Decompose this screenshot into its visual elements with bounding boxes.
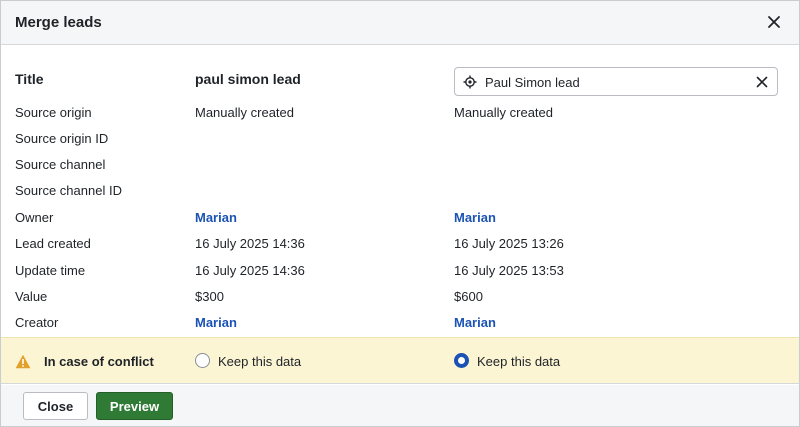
field-row-source-origin-id: Source origin ID bbox=[1, 131, 799, 157]
lead2-source-origin: Manually created bbox=[454, 105, 553, 120]
dialog-footer: Close Preview bbox=[1, 385, 799, 426]
field-label-source-origin-id: Source origin ID bbox=[15, 131, 109, 146]
field-row-source-channel: Source channel bbox=[1, 157, 799, 183]
field-row-update-time: Update time 16 July 2025 14:36 16 July 2… bbox=[1, 263, 799, 289]
close-button[interactable]: Close bbox=[23, 392, 88, 420]
title-input-value: Paul Simon lead bbox=[485, 75, 580, 90]
warning-icon bbox=[15, 354, 31, 369]
lead1-creator-link[interactable]: Marian bbox=[195, 315, 237, 330]
field-label-value: Value bbox=[15, 289, 48, 304]
title-input[interactable]: Paul Simon lead bbox=[454, 67, 778, 96]
lead1-owner-link[interactable]: Marian bbox=[195, 210, 237, 225]
close-icon[interactable] bbox=[765, 13, 783, 31]
lead2-update-time: 16 July 2025 13:53 bbox=[454, 263, 564, 278]
dialog-header: Merge leads bbox=[1, 1, 799, 45]
keep-lead2-label: Keep this data bbox=[477, 354, 561, 369]
field-row-source-origin: Source origin Manually created Manually … bbox=[1, 105, 799, 131]
field-label-lead-created: Lead created bbox=[15, 236, 91, 251]
field-label-source-channel-id: Source channel ID bbox=[15, 183, 122, 198]
field-row-lead-created: Lead created 16 July 2025 14:36 16 July … bbox=[1, 236, 799, 262]
lead1-value: $300 bbox=[195, 289, 224, 304]
field-row-source-channel-id: Source channel ID bbox=[1, 183, 799, 209]
field-label-owner: Owner bbox=[15, 210, 54, 225]
lead2-creator-link[interactable]: Marian bbox=[454, 315, 496, 330]
preview-button[interactable]: Preview bbox=[96, 392, 173, 420]
field-row-value: Value $300 $600 bbox=[1, 289, 799, 315]
clear-icon[interactable] bbox=[756, 76, 768, 88]
keep-lead1-label: Keep this data bbox=[218, 354, 302, 369]
field-label-title: Title bbox=[15, 71, 44, 87]
lead1-update-time: 16 July 2025 14:36 bbox=[195, 263, 305, 278]
lead2-value: $600 bbox=[454, 289, 483, 304]
dialog-title: Merge leads bbox=[15, 14, 102, 31]
target-icon bbox=[463, 75, 477, 89]
field-row-owner: Owner Marian Marian bbox=[1, 210, 799, 236]
conflict-label: In case of conflict bbox=[44, 354, 154, 369]
merge-leads-dialog: Merge leads Title paul simon lead Paul S… bbox=[0, 0, 800, 427]
keep-lead2-radio[interactable] bbox=[454, 353, 469, 368]
field-label-source-channel: Source channel bbox=[15, 157, 106, 172]
field-label-creator: Creator bbox=[15, 315, 59, 330]
lead1-title: paul simon lead bbox=[195, 71, 301, 87]
field-label-source-origin: Source origin bbox=[15, 105, 92, 120]
field-label-update-time: Update time bbox=[15, 263, 86, 278]
lead1-lead-created: 16 July 2025 14:36 bbox=[195, 236, 305, 251]
lead1-source-origin: Manually created bbox=[195, 105, 294, 120]
lead2-lead-created: 16 July 2025 13:26 bbox=[454, 236, 564, 251]
conflict-bar: In case of conflict Keep this data Keep … bbox=[1, 337, 799, 384]
lead2-owner-link[interactable]: Marian bbox=[454, 210, 496, 225]
keep-lead1-radio[interactable] bbox=[195, 353, 210, 368]
